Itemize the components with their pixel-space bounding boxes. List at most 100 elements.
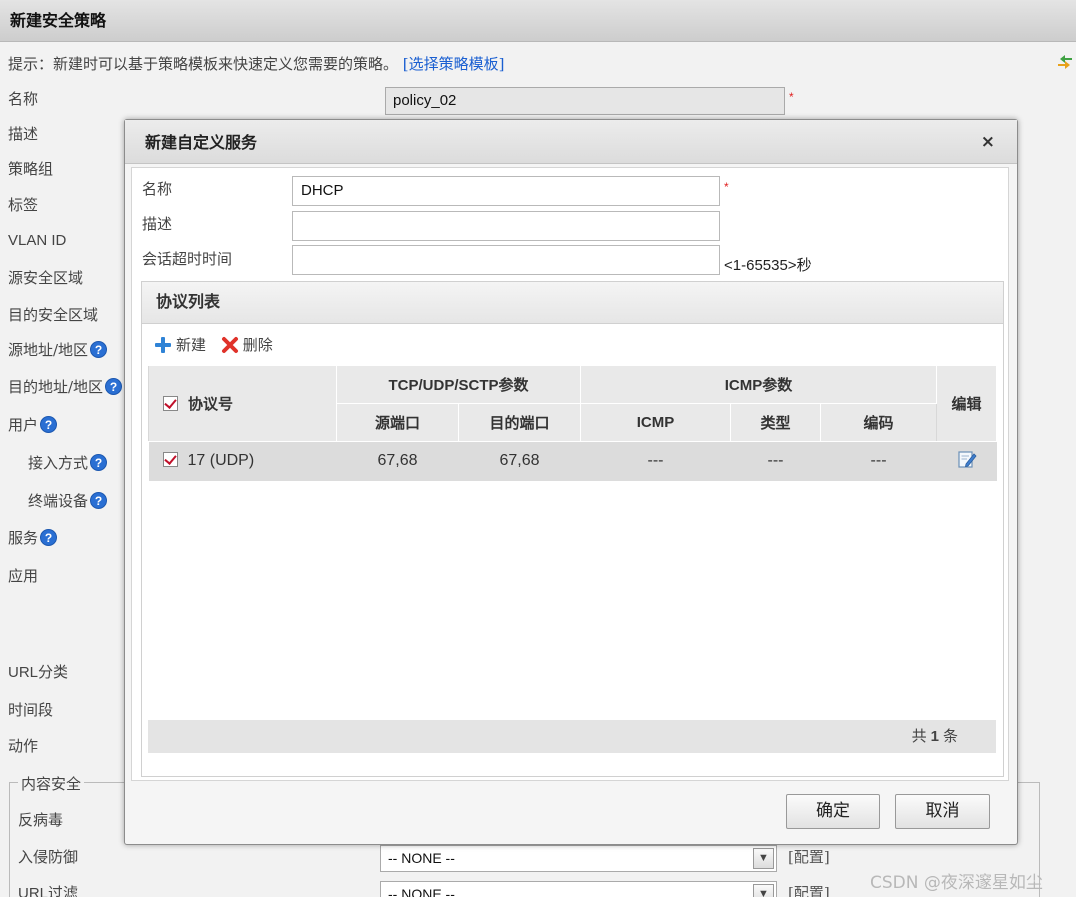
help-icon[interactable]: ? xyxy=(90,341,108,358)
chevron-down-icon[interactable]: ▼ xyxy=(753,848,774,869)
new-protocol-label: 新建 xyxy=(176,336,207,354)
help-icon[interactable]: ? xyxy=(105,378,123,395)
label-access-mode: 接入方式? xyxy=(28,452,108,473)
cell-code: --- xyxy=(820,441,937,481)
header-icmp-group: ICMP参数 xyxy=(580,365,938,404)
required-mark: * xyxy=(724,180,729,194)
cell-src-port: 67,68 xyxy=(336,441,459,481)
cell-icmp: --- xyxy=(580,441,731,481)
label-src-zone: 源安全区域 xyxy=(8,269,84,287)
label-src-addr: 源地址/地区? xyxy=(8,339,108,360)
label-policy-group: 策略组 xyxy=(8,160,54,178)
protocol-value: 17 (UDP) xyxy=(187,452,255,470)
ips-select[interactable]: -- NONE -- ▼ xyxy=(380,845,777,872)
header-icmp: ICMP xyxy=(580,403,732,442)
dialog-header: 新建自定义服务 × xyxy=(125,120,1017,164)
service-name-input[interactable]: DHCP xyxy=(292,176,720,206)
content-security-legend: 内容安全 xyxy=(18,773,85,794)
service-name-label: 名称 xyxy=(142,180,173,198)
hint-text: 提示：新建时可以基于策略模板来快速定义您需要的策略。 xyxy=(8,55,399,73)
protocol-table: 协议号 TCP/UDP/SCTP参数 ICMP参数 编辑 源端口 目的端口 IC… xyxy=(148,365,998,481)
label-user: 用户? xyxy=(8,414,58,435)
delete-protocol-button[interactable]: 删除 xyxy=(221,334,273,355)
help-icon[interactable]: ? xyxy=(90,454,108,471)
dialog-title: 新建自定义服务 xyxy=(145,133,258,152)
header-edit: 编辑 xyxy=(936,365,998,442)
timeout-input[interactable] xyxy=(292,245,720,275)
record-count: 1 xyxy=(930,728,939,745)
label-dst-addr-text: 目的地址/地区 xyxy=(8,378,104,396)
url-filter-config-link[interactable]: [配置] xyxy=(788,882,830,897)
table-footer: 共1条 xyxy=(148,720,996,753)
ips-select-value: -- NONE -- xyxy=(388,850,455,866)
edit-icon[interactable] xyxy=(957,449,977,469)
protocol-list-panel: 协议列表 新建 删除 协议号 TCP/UDP/SCTP参数 ICMP参数 编辑 … xyxy=(141,281,1004,777)
cell-type: --- xyxy=(730,441,821,481)
cancel-button[interactable]: 取消 xyxy=(895,794,990,829)
label-user-text: 用户 xyxy=(8,416,39,434)
timeout-unit: 秒 xyxy=(796,256,812,274)
select-template-link[interactable]: [选择策略模板] xyxy=(403,55,505,73)
close-icon[interactable]: × xyxy=(981,132,995,152)
footer-suffix: 条 xyxy=(942,727,958,745)
label-name: 名称 xyxy=(8,90,39,108)
help-icon[interactable]: ? xyxy=(40,529,58,546)
footer-prefix: 共 xyxy=(911,727,927,745)
header-type: 类型 xyxy=(730,403,822,442)
cell-protocol: 17 (UDP) xyxy=(148,441,337,481)
row-checkbox[interactable] xyxy=(162,452,178,468)
label-tag: 标签 xyxy=(8,196,39,214)
header-src-port: 源端口 xyxy=(336,403,459,442)
ok-button[interactable]: 确定 xyxy=(786,794,880,829)
header-protocol: 协议号 xyxy=(148,365,337,442)
cell-edit xyxy=(936,441,997,481)
service-desc-input[interactable] xyxy=(292,211,720,241)
delete-x-icon xyxy=(221,336,238,353)
header-code: 编码 xyxy=(820,403,938,442)
label-url-filter: URL过滤 xyxy=(18,885,79,897)
new-custom-service-dialog: 新建自定义服务 × 名称 DHCP * 描述 会话超时时间 <1-65535>秒… xyxy=(124,119,1018,845)
delete-protocol-label: 删除 xyxy=(242,336,273,354)
timeout-range: <1-65535> xyxy=(724,257,797,274)
label-url-category: URL分类 xyxy=(8,664,69,681)
label-src-addr-text: 源地址/地区 xyxy=(8,341,89,359)
label-antivirus: 反病毒 xyxy=(18,811,64,829)
new-protocol-button[interactable]: 新建 xyxy=(154,334,206,355)
swap-icon[interactable] xyxy=(1056,54,1074,70)
label-terminal: 终端设备? xyxy=(28,490,108,511)
cell-dst-port: 67,68 xyxy=(458,441,581,481)
policy-name-input[interactable]: policy_02 xyxy=(385,87,785,115)
label-service: 服务? xyxy=(8,527,58,548)
timeout-range-hint: <1-65535>秒 xyxy=(724,254,812,275)
header-protocol-label: 协议号 xyxy=(188,395,234,413)
service-desc-label: 描述 xyxy=(142,215,173,233)
label-dst-addr: 目的地址/地区? xyxy=(8,376,123,397)
help-icon[interactable]: ? xyxy=(40,416,58,433)
select-all-checkbox[interactable] xyxy=(163,396,178,411)
url-filter-select[interactable]: -- NONE -- ▼ xyxy=(380,881,777,897)
page-title: 新建安全策略 xyxy=(0,0,1076,42)
url-filter-select-value: -- NONE -- xyxy=(388,886,455,897)
chevron-down-icon[interactable]: ▼ xyxy=(753,884,774,897)
label-action: 动作 xyxy=(8,737,39,755)
ips-config-link[interactable]: [配置] xyxy=(788,846,830,867)
watermark: CSDN @夜深邃星如尘 xyxy=(870,873,1043,893)
protocol-list-heading: 协议列表 xyxy=(142,282,1003,324)
help-icon[interactable]: ? xyxy=(90,492,108,509)
label-access-mode-text: 接入方式 xyxy=(28,454,89,472)
table-row[interactable]: 17 (UDP) 67,68 67,68 --- --- --- xyxy=(148,441,997,481)
timeout-label: 会话超时时间 xyxy=(142,250,233,268)
template-hint: 提示：新建时可以基于策略模板来快速定义您需要的策略。 [选择策略模板] xyxy=(8,53,505,74)
label-description: 描述 xyxy=(8,125,39,143)
label-vlan-id: VLAN ID xyxy=(8,232,67,249)
required-mark: * xyxy=(789,90,794,104)
plus-icon xyxy=(155,336,171,353)
header-tcp-group: TCP/UDP/SCTP参数 xyxy=(335,365,582,404)
label-ips: 入侵防御 xyxy=(18,848,79,866)
label-terminal-text: 终端设备 xyxy=(28,492,89,510)
label-application: 应用 xyxy=(8,567,39,585)
dialog-body: 名称 DHCP * 描述 会话超时时间 <1-65535>秒 协议列表 新建 删… xyxy=(131,167,1009,781)
label-service-text: 服务 xyxy=(8,529,39,547)
label-dst-zone: 目的安全区域 xyxy=(8,306,99,324)
header-dst-port: 目的端口 xyxy=(457,403,582,442)
